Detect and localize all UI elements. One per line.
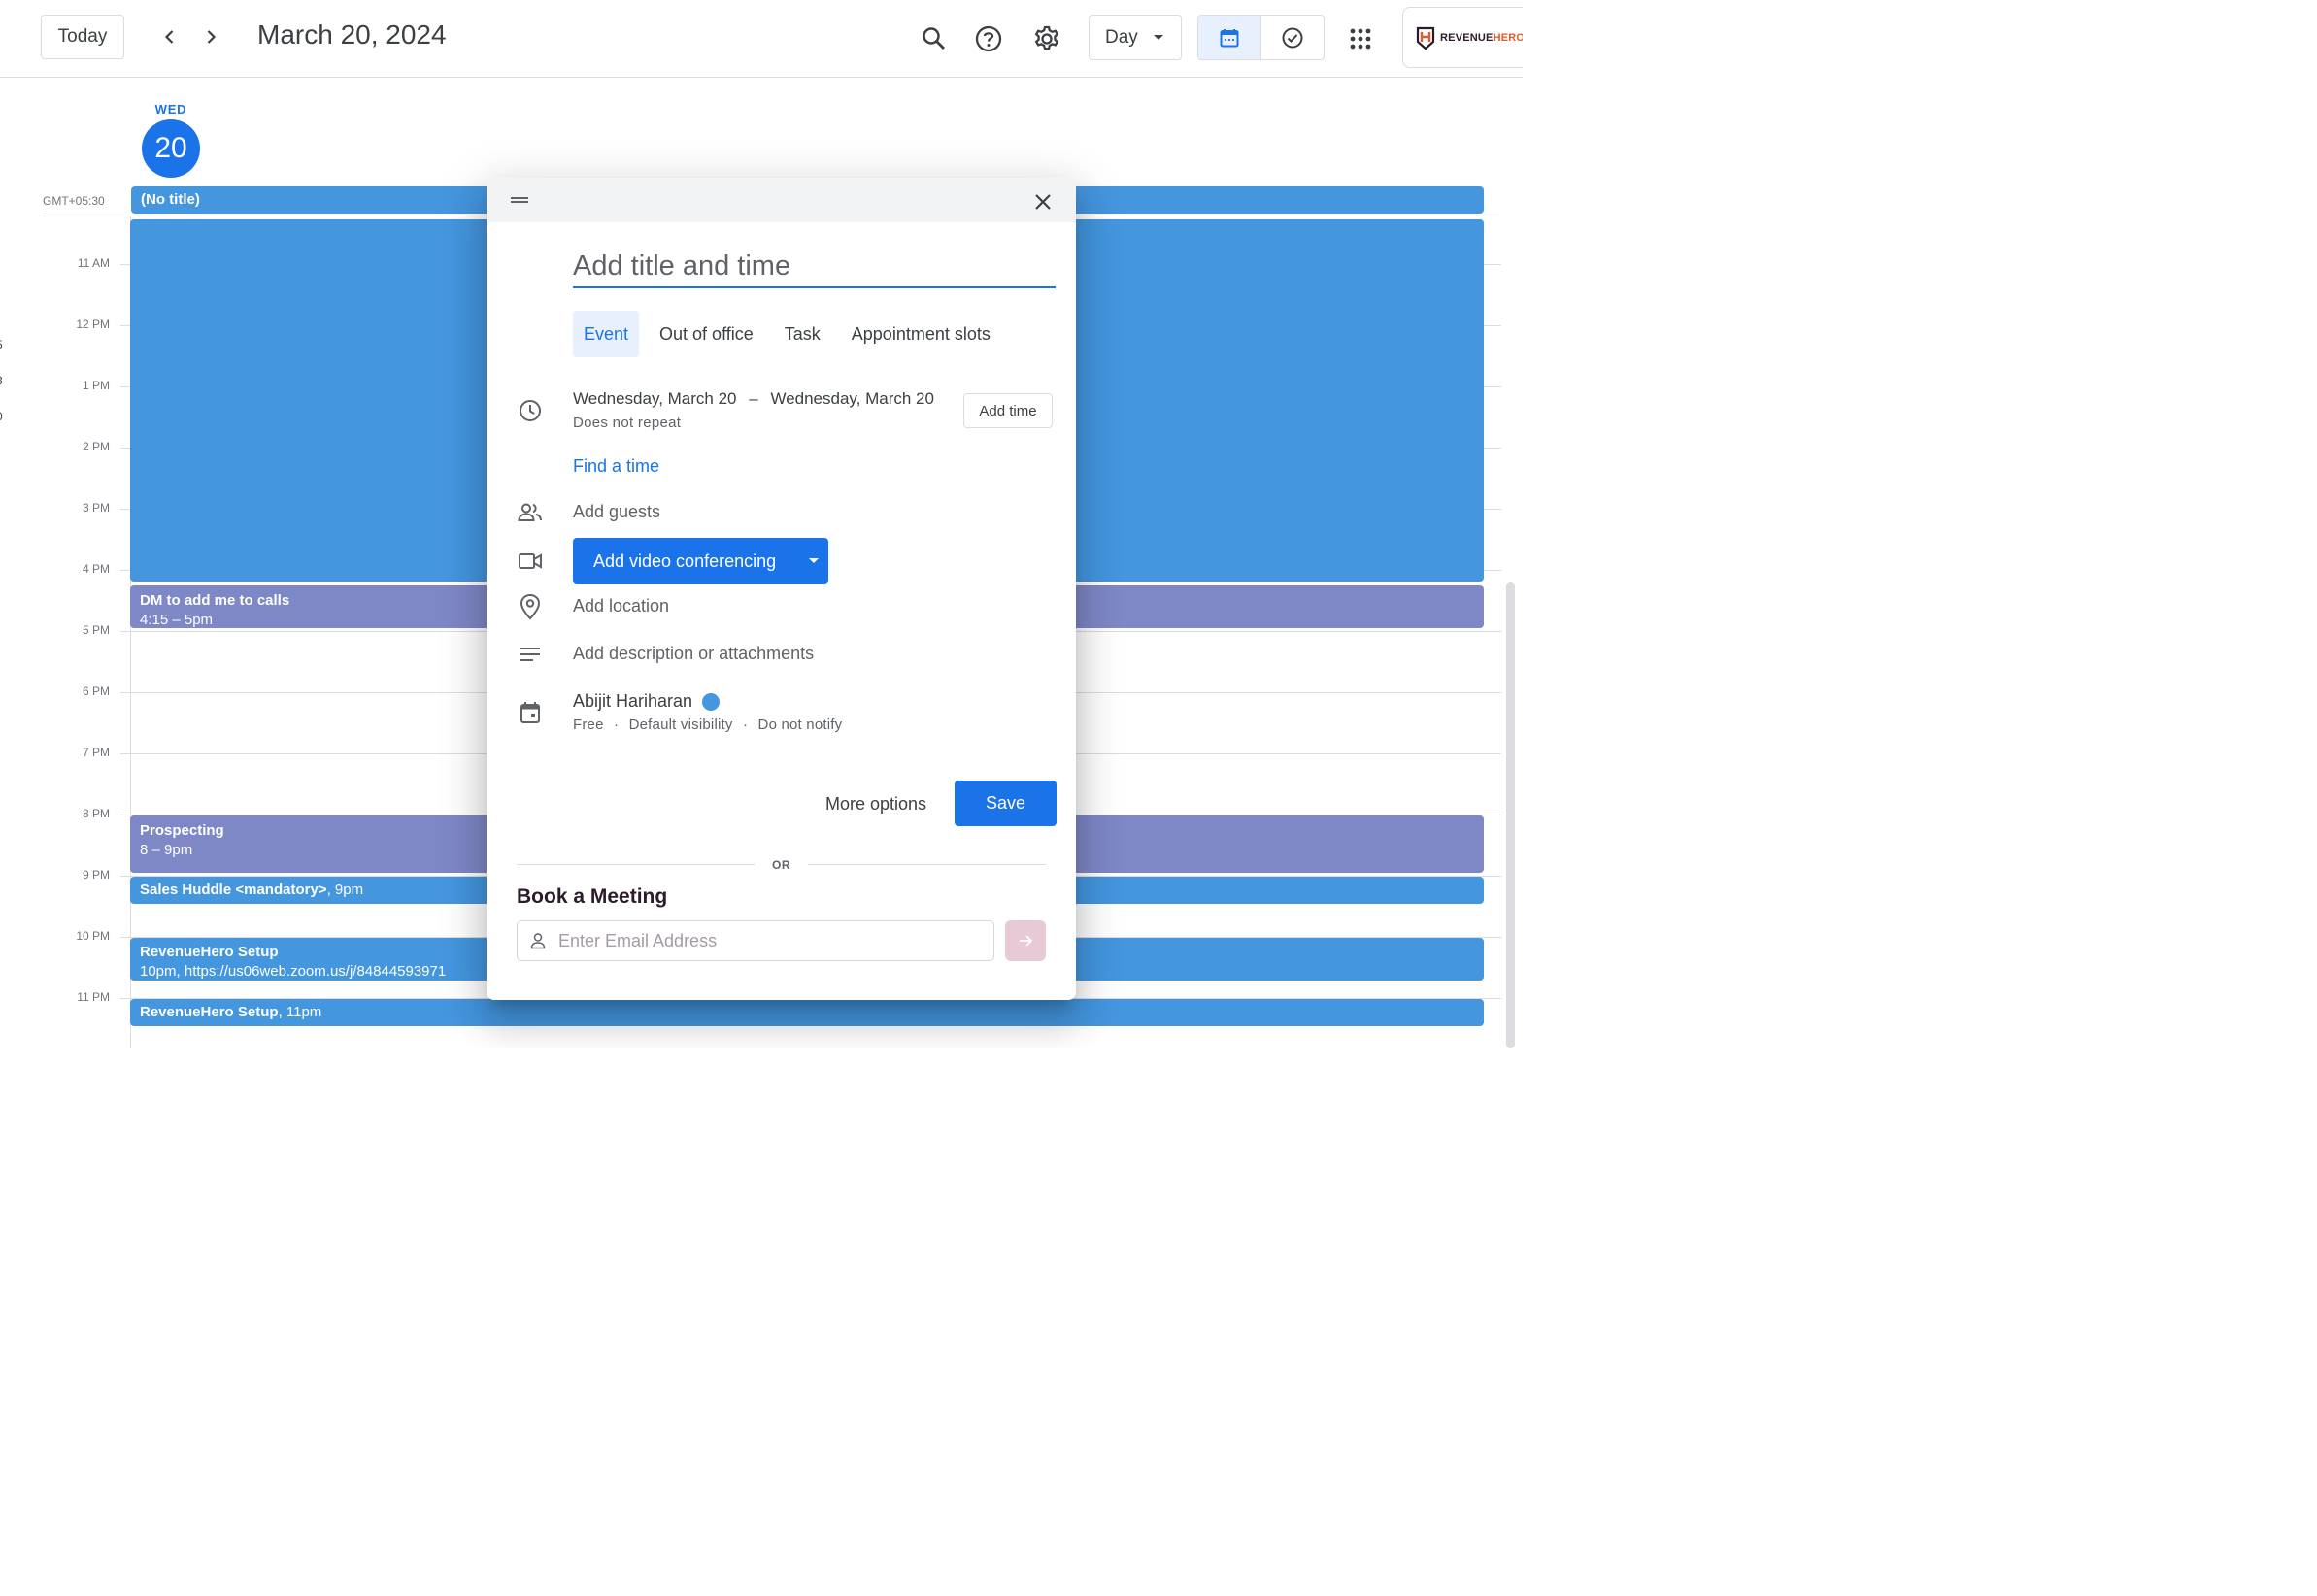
video-camera-icon [518, 549, 543, 574]
email-field-container [517, 920, 994, 961]
calendar-app: Today March 20, 2024 Day REVENUEHERO WED… [0, 0, 1523, 1048]
day-number[interactable]: 20 [142, 119, 200, 178]
current-date-title: March 20, 2024 [257, 19, 447, 50]
brand-name: REVENUEHERO [1440, 32, 1523, 44]
event-type-tabs: Event Out of office Task Appointment slo… [573, 311, 1011, 357]
hour-label: 4 PM [82, 562, 110, 576]
event-title: RevenueHero Setup [140, 1004, 279, 1020]
hour-label: 8 PM [82, 807, 110, 820]
calendar-color-dot [702, 692, 721, 711]
owner-settings[interactable]: Free · Default visibility · Do not notif… [573, 716, 842, 733]
revenuehero-logo-icon [1416, 26, 1435, 50]
tasks-check-icon [1282, 27, 1303, 48]
divider [808, 864, 1046, 865]
calendar-event-icon [518, 700, 543, 725]
chevron-right-icon[interactable] [195, 21, 226, 52]
brand-name-part-b: HERO [1493, 31, 1523, 44]
calendar-tasks-toggle [1197, 15, 1325, 60]
calendar-view-toggle[interactable] [1198, 16, 1261, 59]
video-button-label: Add video conferencing [593, 550, 777, 571]
find-a-time-link[interactable]: Find a time [573, 456, 659, 477]
hour-label: 2 PM [82, 440, 110, 453]
search-icon[interactable] [915, 19, 954, 58]
hour-label: 11 PM [77, 990, 110, 1004]
availability-status: Free [573, 716, 604, 733]
date-separator: – [749, 389, 758, 408]
event-title: Sales Huddle <mandatory> [140, 881, 327, 898]
view-select-label: Day [1105, 26, 1138, 48]
event-title-input[interactable] [573, 246, 1056, 288]
top-header: Today March 20, 2024 Day REVENUEHERO [0, 0, 1523, 78]
quick-create-dialog: Event Out of office Task Appointment slo… [487, 178, 1076, 1000]
tasks-view-toggle[interactable] [1261, 16, 1324, 59]
tab-appointment-slots[interactable]: Appointment slots [841, 311, 1001, 357]
today-button[interactable]: Today [41, 15, 124, 59]
hour-label: 12 PM [76, 317, 110, 331]
view-select[interactable]: Day [1089, 15, 1182, 60]
drag-handle-icon[interactable] [511, 197, 528, 203]
date-start: Wednesday, March 20 [573, 389, 737, 408]
save-button[interactable]: Save [955, 781, 1057, 826]
hour-label: 11 AM [77, 256, 110, 270]
hour-label: 3 PM [82, 501, 110, 515]
event-time: , 9pm [326, 881, 364, 898]
separator-dot: · [614, 716, 620, 733]
hour-label: 7 PM [82, 746, 110, 759]
location-pin-icon [518, 593, 543, 620]
guests-icon [518, 500, 543, 525]
user-icon [530, 933, 546, 949]
hour-label: 10 PM [76, 929, 110, 943]
sidebar-fragment: 3 [0, 374, 3, 387]
hour-label: 1 PM [82, 379, 110, 392]
arrow-right-icon [1020, 935, 1033, 947]
video-options-caret-icon[interactable] [809, 558, 819, 563]
book-a-meeting-heading: Book a Meeting [517, 885, 668, 908]
visibility-status: Default visibility [628, 716, 733, 733]
chevron-left-icon[interactable] [154, 21, 185, 52]
add-location-field[interactable]: Add location [573, 596, 669, 616]
hour-label: 9 PM [82, 868, 110, 881]
dropdown-caret-icon [1154, 35, 1163, 40]
separator-dot: · [742, 716, 749, 733]
event-title: (No title) [141, 191, 200, 208]
divider [517, 864, 755, 865]
tab-event[interactable]: Event [573, 311, 640, 357]
brand-name-part-a: REVENUE [1440, 31, 1494, 44]
submit-email-button[interactable] [1005, 920, 1046, 961]
gear-icon[interactable] [1027, 19, 1066, 58]
timezone-label: GMT+05:30 [43, 194, 105, 208]
hour-label: 5 PM [82, 623, 110, 637]
revenuehero-extension-button[interactable]: REVENUEHERO [1402, 7, 1523, 68]
help-icon[interactable] [969, 19, 1008, 58]
more-options-button[interactable]: More options [812, 781, 940, 826]
event-revenuehero-setup-11pm[interactable]: RevenueHero Setup, 11pm [130, 999, 1484, 1026]
event-date-range[interactable]: Wednesday, March 20 – Wednesday, March 2… [573, 389, 934, 409]
day-of-week: WED [154, 102, 187, 116]
repeat-setting[interactable]: Does not repeat [573, 415, 681, 431]
calendar-owner[interactable]: Abijit Hariharan [573, 691, 721, 712]
add-description-field[interactable]: Add description or attachments [573, 644, 814, 664]
scrollbar[interactable] [1506, 582, 1515, 1048]
apps-grid-icon[interactable] [1341, 19, 1380, 58]
calendar-icon [1220, 28, 1239, 47]
sidebar-fragment: 0 [0, 410, 3, 423]
owner-name: Abijit Hariharan [573, 691, 693, 711]
tab-task[interactable]: Task [774, 311, 831, 357]
or-separator: OR [772, 858, 790, 872]
email-field[interactable] [558, 930, 966, 951]
dialog-drag-bar[interactable] [487, 178, 1076, 222]
event-time: , 11pm [278, 1004, 322, 1020]
close-icon[interactable] [1028, 187, 1058, 216]
add-time-button[interactable]: Add time [963, 393, 1053, 428]
add-guests-field[interactable]: Add guests [573, 502, 660, 522]
tab-out-of-office[interactable]: Out of office [649, 311, 764, 357]
notify-status: Do not notify [757, 716, 843, 733]
date-end: Wednesday, March 20 [770, 389, 934, 408]
hour-label: 6 PM [82, 684, 110, 698]
description-icon [518, 642, 543, 667]
sidebar-fragment: 5 [0, 338, 3, 351]
add-video-conferencing-button[interactable]: Add video conferencing [573, 538, 828, 584]
clock-icon [518, 398, 543, 423]
